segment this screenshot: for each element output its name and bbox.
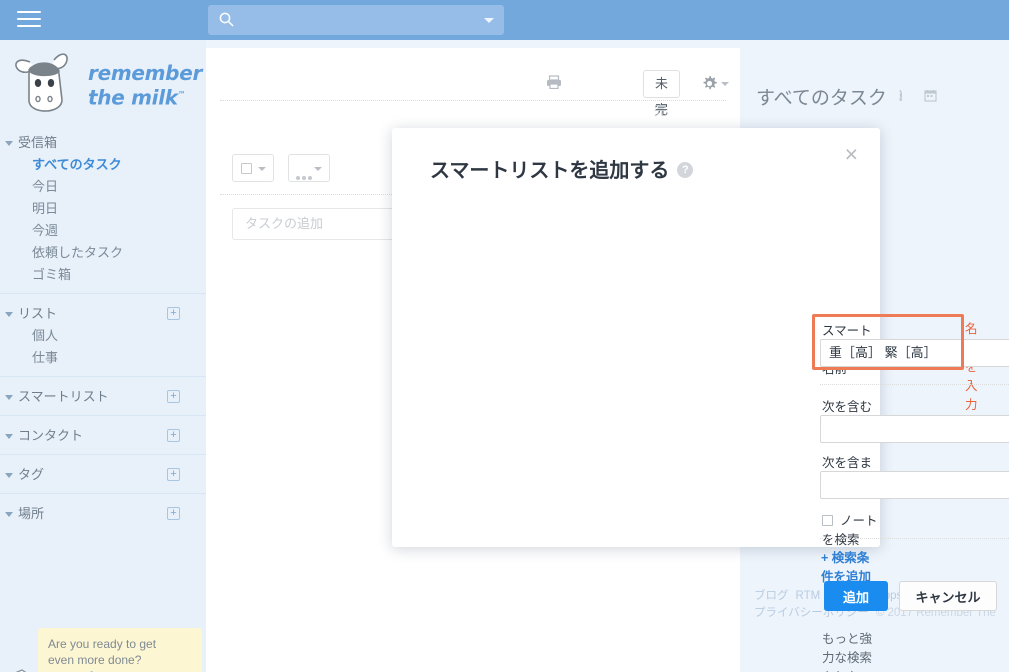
- checkbox-icon: [822, 515, 833, 526]
- search-notes-checkbox[interactable]: ノートを検索: [822, 510, 880, 548]
- query-editor-hint: もっと強力な検索をしたいなら、クエリエディタに切り替えましょう。: [822, 628, 880, 672]
- include-input[interactable]: [820, 415, 1009, 443]
- cancel-button[interactable]: キャンセル: [899, 581, 997, 611]
- include-label: 次を含む: [822, 400, 873, 414]
- close-icon[interactable]: ×: [845, 143, 858, 166]
- smartlist-name-input[interactable]: 重［高］ 緊［高］: [820, 339, 1009, 367]
- dialog-title-text: スマートリストを追加する: [430, 160, 670, 182]
- dialog-title: スマートリストを追加する?: [430, 154, 694, 183]
- submit-button[interactable]: 追加: [824, 581, 888, 611]
- exclude-input[interactable]: [820, 471, 1009, 499]
- add-criteria-link[interactable]: + 検索条件を追加: [821, 547, 880, 585]
- help-icon[interactable]: ?: [677, 162, 694, 178]
- add-smartlist-dialog: × スマートリストを追加する? スマートリストの名前 名前を入力 重［高］ 緊［…: [392, 128, 1009, 672]
- app-root: remember the milk™ 受信箱 すべてのタスク 今日 明日 今週 …: [0, 0, 1009, 672]
- hint-prefix: もっと強力な検索をしたいなら、: [822, 632, 873, 672]
